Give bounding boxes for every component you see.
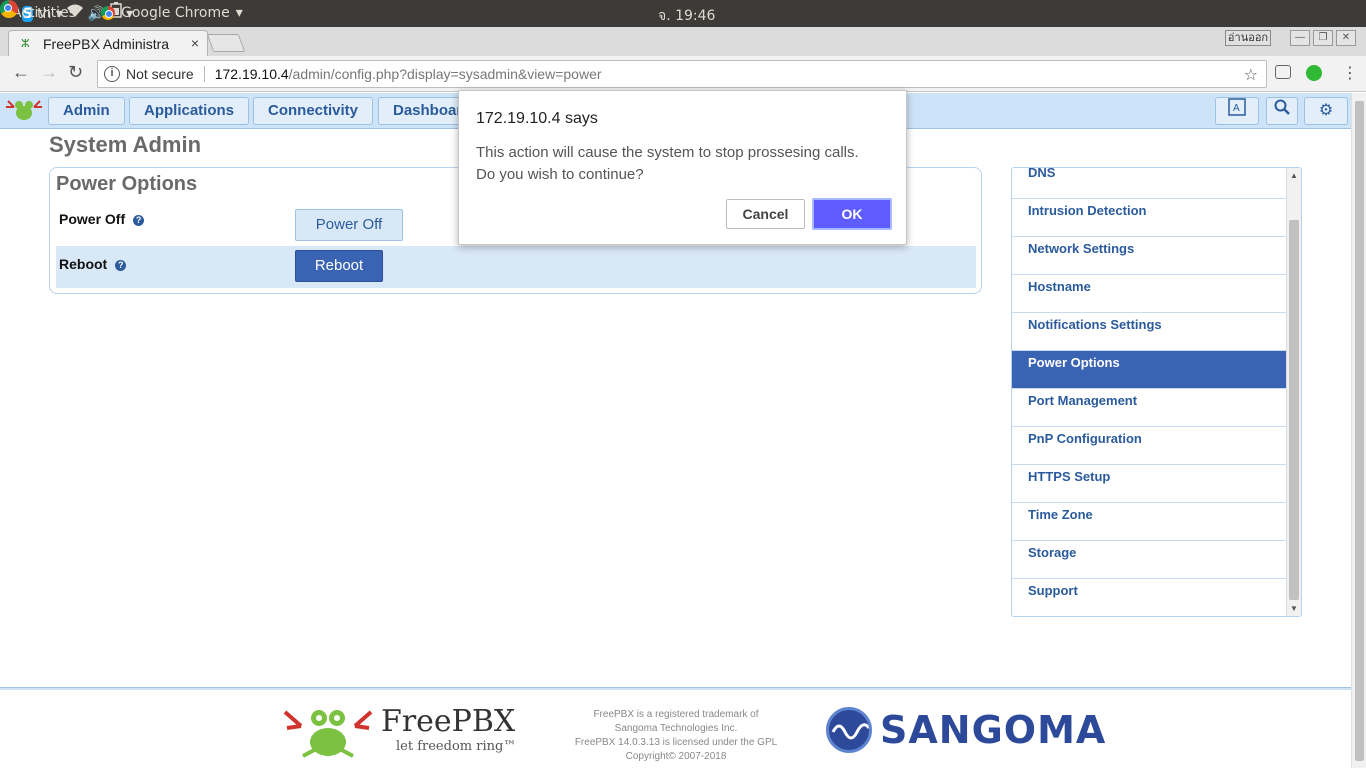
- security-label: Not secure: [126, 66, 194, 82]
- forward-arrow-icon[interactable]: →: [40, 62, 58, 83]
- help-icon[interactable]: ?: [115, 260, 127, 271]
- new-tab-button[interactable]: [206, 34, 246, 52]
- scroll-thumb[interactable]: [1289, 220, 1299, 600]
- tab-freepbx[interactable]: ⵣ FreePBX Administra ×: [8, 30, 208, 56]
- side-item-hostname[interactable]: Hostname: [1012, 275, 1287, 313]
- page-scrollbar[interactable]: [1351, 93, 1366, 768]
- maximize-icon[interactable]: ❐: [1313, 30, 1333, 46]
- side-item-support[interactable]: Support: [1012, 579, 1287, 616]
- dialog-message-line: Do you wish to continue?: [476, 166, 644, 183]
- system-top-bar: Activities Google Chrome ▾ จ. 19:46 S th…: [0, 0, 1366, 27]
- app-menu-label: Google Chrome: [121, 5, 230, 21]
- help-icon[interactable]: ?: [133, 215, 145, 226]
- activities-button[interactable]: Activities: [12, 5, 76, 21]
- window-controls: — ❐ ✕: [1290, 30, 1356, 46]
- close-window-icon[interactable]: ✕: [1336, 30, 1356, 46]
- language-badge: อ่านออก: [1225, 30, 1271, 46]
- url-path: /admin/config.php?display=sysadmin&view=…: [288, 66, 602, 82]
- sysadmin-side-menu: DNS Intrusion Detection Network Settings…: [1011, 167, 1302, 617]
- minimize-icon[interactable]: —: [1290, 30, 1310, 46]
- cancel-button[interactable]: Cancel: [726, 199, 805, 229]
- sangoma-wordmark: SANGOMA: [880, 708, 1107, 752]
- page-title: System Admin: [49, 132, 202, 157]
- divider: [203, 66, 205, 82]
- legal-text: FreePBX is a registered trademark of San…: [566, 708, 786, 764]
- chrome-menu-icon[interactable]: ⋮: [1342, 63, 1358, 83]
- side-item-notifications-settings[interactable]: Notifications Settings: [1012, 313, 1287, 351]
- freepbx-wordmark: FreePBX: [381, 704, 516, 739]
- side-item-time-zone[interactable]: Time Zone: [1012, 503, 1287, 541]
- side-item-dns[interactable]: DNS: [1012, 168, 1287, 199]
- address-bar[interactable]: i Not secure 172.19.10.4/admin/config.ph…: [97, 60, 1267, 88]
- sangoma-orb-icon: [826, 707, 872, 753]
- reload-icon[interactable]: ↻: [68, 62, 83, 83]
- dialog-message-line: This action will cause the system to sto…: [476, 144, 859, 161]
- reboot-label: Reboot?: [59, 256, 127, 272]
- scroll-up-icon[interactable]: ▲: [1290, 171, 1298, 180]
- freepbx-logo-icon[interactable]: [283, 706, 383, 760]
- tab-title: FreePBX Administra: [43, 35, 170, 52]
- panel-title: Power Options: [56, 173, 198, 195]
- side-item-storage[interactable]: Storage: [1012, 541, 1287, 579]
- page-scroll-thumb[interactable]: [1355, 101, 1364, 761]
- gear-icon[interactable]: ⚙: [1304, 97, 1348, 125]
- scroll-down-icon[interactable]: ▼: [1290, 604, 1298, 613]
- nav-admin[interactable]: Admin: [48, 97, 125, 125]
- tab-strip: ⵣ FreePBX Administra × อ่านออก — ❐ ✕: [0, 27, 1366, 56]
- browser-toolbar: ← → ↻ i Not secure 172.19.10.4/admin/con…: [0, 56, 1366, 92]
- legal-line: Copyright© 2007-2018: [625, 751, 727, 762]
- power-off-label: Power Off?: [59, 211, 145, 227]
- freepbx-frog-icon[interactable]: [6, 97, 42, 123]
- bookmark-star-icon[interactable]: ☆: [1244, 65, 1258, 85]
- side-menu-scrollbar[interactable]: ▲ ▼: [1286, 168, 1301, 616]
- confirm-dialog: 172.19.10.4 says This action will cause …: [458, 90, 907, 245]
- freepbx-tagline: let freedom ring™: [396, 739, 517, 754]
- nav-connectivity[interactable]: Connectivity: [253, 97, 374, 125]
- reboot-row: Reboot? Reboot: [56, 246, 976, 288]
- sangoma-logo[interactable]: SANGOMA: [826, 706, 1106, 754]
- url-host: 172.19.10.4: [214, 66, 289, 82]
- legal-line: Sangoma Technologies Inc.: [614, 723, 738, 734]
- side-item-intrusion-detection[interactable]: Intrusion Detection: [1012, 199, 1287, 237]
- extension-share-icon[interactable]: [1306, 65, 1322, 81]
- side-item-https-setup[interactable]: HTTPS Setup: [1012, 465, 1287, 503]
- side-item-port-management[interactable]: Port Management: [1012, 389, 1287, 427]
- extension-chat-icon[interactable]: [1275, 65, 1291, 79]
- side-item-network-settings[interactable]: Network Settings: [1012, 237, 1287, 275]
- app-menu[interactable]: Google Chrome ▾: [101, 5, 243, 21]
- legal-line: FreePBX 14.0.3.13 is licensed under the …: [574, 737, 778, 748]
- svg-text:A: A: [1233, 103, 1240, 114]
- back-arrow-icon[interactable]: ←: [12, 62, 30, 83]
- dialog-message: This action will cause the system to sto…: [476, 142, 859, 186]
- translate-icon[interactable]: A: [1215, 97, 1259, 125]
- side-item-power-options[interactable]: Power Options: [1012, 351, 1287, 389]
- search-icon[interactable]: [1266, 97, 1298, 125]
- chevron-down-icon: ▾: [235, 5, 243, 21]
- chrome-icon: [101, 6, 115, 20]
- nav-applications[interactable]: Applications: [129, 97, 250, 125]
- reboot-button[interactable]: Reboot: [295, 250, 383, 282]
- power-off-button[interactable]: Power Off: [295, 209, 403, 241]
- side-item-pnp-configuration[interactable]: PnP Configuration: [1012, 427, 1287, 465]
- dialog-title: 172.19.10.4 says: [476, 110, 598, 127]
- close-tab-icon[interactable]: ×: [191, 35, 199, 51]
- legal-line: FreePBX is a registered trademark of: [593, 709, 759, 720]
- ok-button[interactable]: OK: [812, 198, 892, 230]
- footer-divider: [0, 687, 1351, 690]
- clock[interactable]: จ. 19:46: [658, 5, 715, 27]
- info-icon[interactable]: i: [104, 66, 120, 82]
- freepbx-favicon-icon: ⵣ: [21, 37, 30, 50]
